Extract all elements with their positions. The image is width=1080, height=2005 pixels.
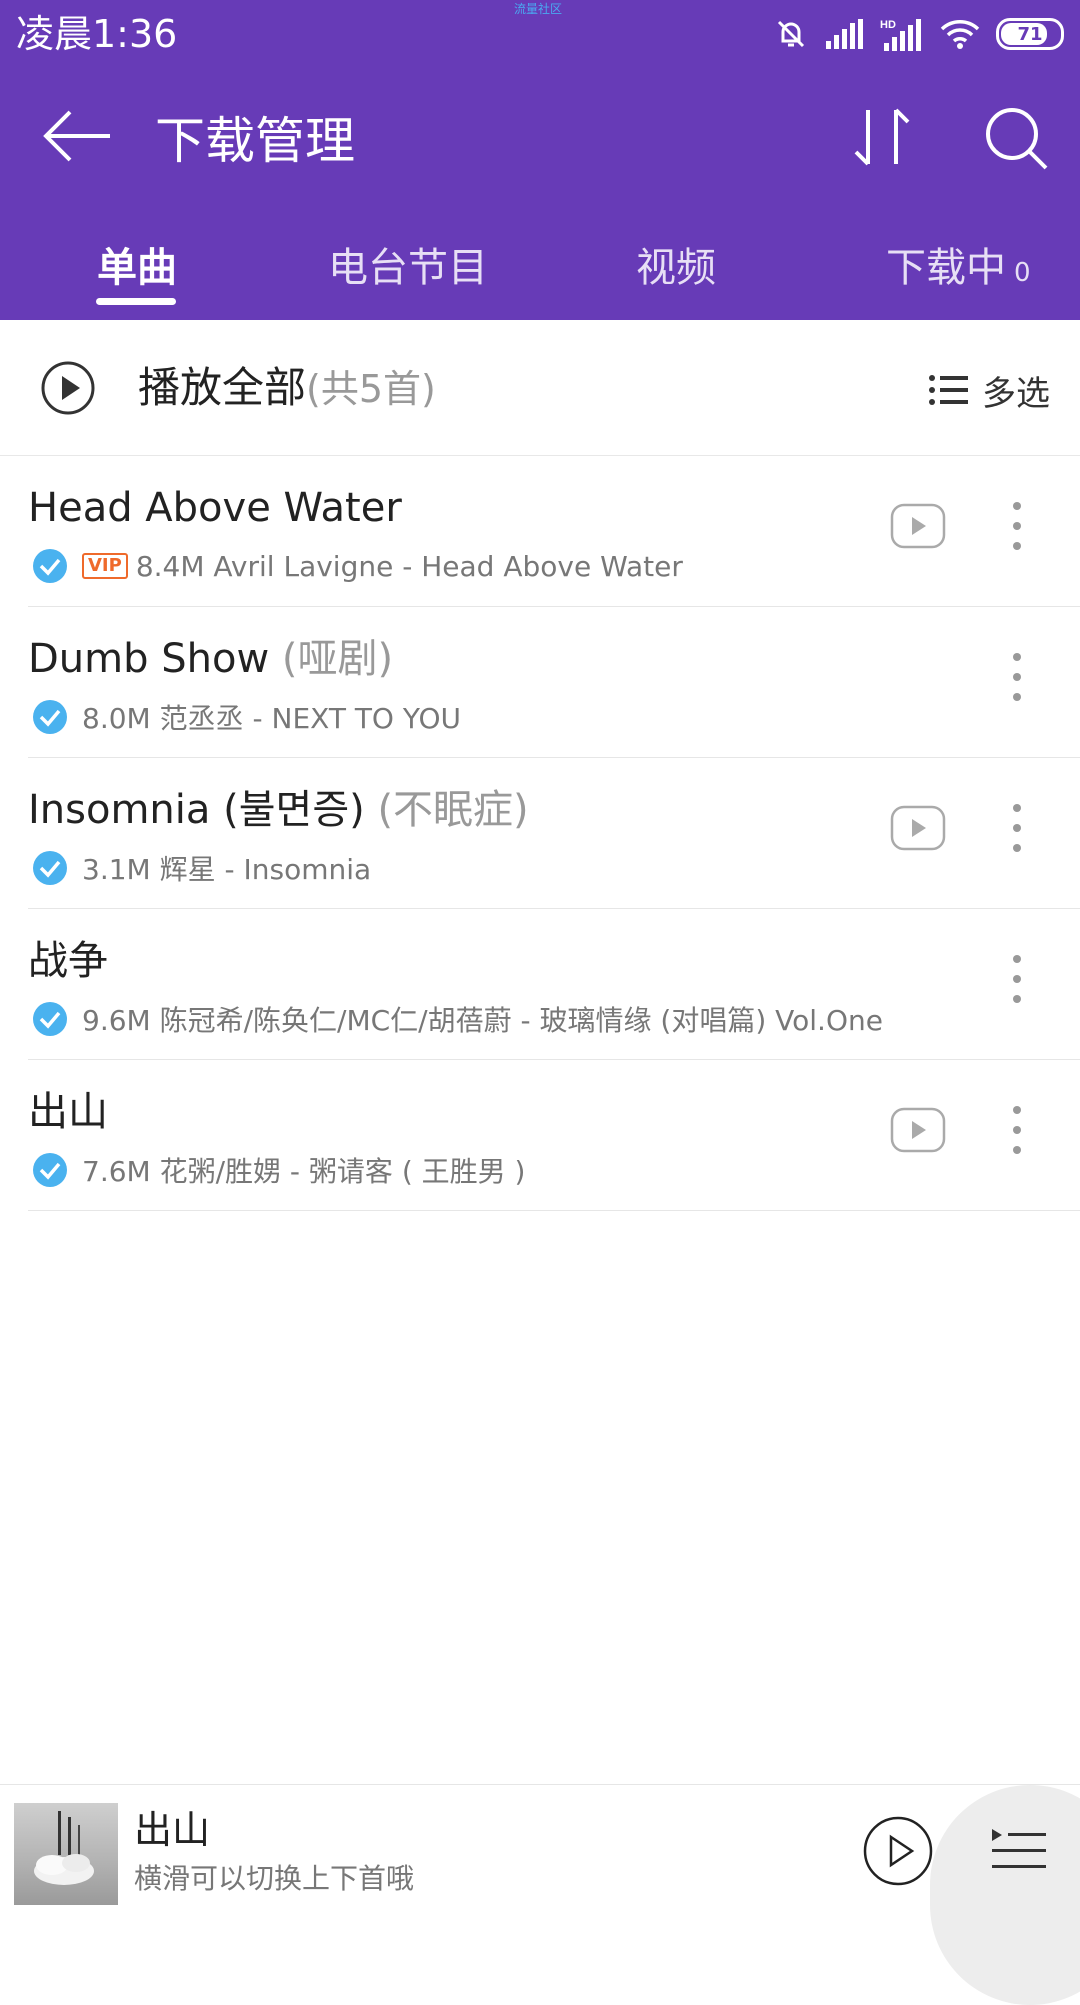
song-row[interactable]: Insomnia (불면증) (不眠症) 3.1M 辉星 - Insomnia [28, 758, 1080, 909]
multiselect-label: 多选 [982, 373, 1050, 414]
tab-radio-programs[interactable]: 电台节目 [328, 238, 488, 298]
song-meta: VIP 8.4M Avril Lavigne - Head Above Wate… [32, 546, 683, 586]
play-all-row: 播放全部(共5首) 多选 [0, 320, 1080, 456]
playlist-icon[interactable] [988, 1825, 1048, 1875]
wifi-icon [940, 20, 980, 49]
more-options-icon[interactable] [1002, 798, 1032, 858]
list-icon [929, 375, 968, 405]
vip-badge: VIP [82, 553, 128, 579]
song-row[interactable]: Dumb Show (哑剧) 8.0M 范丞丞 - NEXT TO YOU [28, 607, 1080, 758]
play-all-count: (共5首) [306, 367, 436, 411]
song-row[interactable]: 战争 9.6M 陈冠希/陈奂仁/MC仁/胡蓓蔚 - 玻璃情缘 (对唱篇) Vol… [28, 909, 1080, 1060]
song-title-subtitle: (哑剧) [281, 636, 394, 682]
tab-singles[interactable]: 单曲 [97, 238, 177, 298]
more-options-icon[interactable] [1002, 496, 1032, 556]
song-meta: 9.6M 陈冠希/陈奂仁/MC仁/胡蓓蔚 - 玻璃情缘 (对唱篇) Vol.On… [32, 999, 883, 1039]
song-title-main: Insomnia (불면증) [28, 787, 365, 833]
song-title: Head Above Water [28, 482, 402, 534]
album-cover[interactable] [14, 1803, 118, 1905]
tab-videos[interactable]: 视频 [636, 238, 716, 298]
more-options-icon[interactable] [1002, 647, 1032, 707]
song-title: Insomnia (불면증) (不眠症) [28, 784, 529, 836]
tab-downloading[interactable]: 下载中 0 [886, 238, 1031, 303]
play-all-label: 播放全部 [138, 363, 307, 412]
status-time: 凌晨1:36 [16, 12, 178, 56]
song-meta-text: 3.1M 辉星 - Insomnia [82, 853, 372, 886]
search-icon[interactable] [980, 102, 1050, 172]
app-bar: 下载管理 单曲 电台节目 视频 下载中 0 [0, 70, 1080, 320]
song-row[interactable]: 出山 7.6M 花粥/胜娚 - 粥请客 ( 王胜男 ) [28, 1060, 1080, 1211]
tab-downloading-label: 下载中 [886, 245, 1006, 291]
battery-icon: 71 [996, 18, 1064, 50]
mini-player[interactable]: 出山 横滑可以切换上下首哦 [0, 1784, 1080, 2005]
status-center-text: 流量社区 [514, 2, 563, 16]
downloaded-check-icon [33, 700, 67, 734]
album-art-image [34, 1811, 94, 1885]
play-all-button[interactable]: 播放全部(共5首) [138, 360, 436, 417]
song-meta-text: 7.6M 花粥/胜娚 - 粥请客 ( 王胜男 ) [82, 1155, 526, 1188]
battery-level: 71 [1017, 23, 1043, 45]
more-options-icon[interactable] [1002, 949, 1032, 1009]
more-options-icon[interactable] [1002, 1100, 1032, 1160]
song-meta-text: 9.6M 陈冠希/陈奂仁/MC仁/胡蓓蔚 - 玻璃情缘 (对唱篇) Vol.On… [82, 1004, 883, 1037]
tab-indicator [96, 298, 176, 305]
song-list: Head Above Water VIP 8.4M Avril Lavigne … [0, 456, 1080, 1211]
downloaded-check-icon [33, 851, 67, 885]
tab-downloading-count: 0 [1014, 258, 1031, 288]
svg-text:HD: HD [880, 19, 896, 31]
song-title-main: Dumb Show [28, 636, 270, 682]
song-meta-text: 8.4M Avril Lavigne - Head Above Water [135, 549, 683, 583]
now-playing-hint: 横滑可以切换上下首哦 [134, 1862, 415, 1895]
song-meta: 3.1M 辉星 - Insomnia [32, 848, 371, 888]
back-arrow-icon[interactable] [40, 106, 116, 166]
downloaded-check-icon [33, 1002, 67, 1036]
play-pause-icon[interactable] [862, 1815, 934, 1887]
hd-signal-icon: HD [880, 19, 921, 51]
mute-bell-icon [777, 20, 805, 48]
song-title-subtitle: (不眠症) [377, 787, 529, 833]
song-title: Dumb Show (哑剧) [28, 633, 393, 685]
page-title: 下载管理 [155, 112, 355, 170]
song-meta-text: 8.0M 范丞丞 - NEXT TO YOU [82, 702, 461, 735]
downloaded-check-icon [33, 1153, 67, 1187]
signal-icon [826, 19, 863, 49]
mv-play-icon[interactable] [890, 805, 946, 851]
song-meta: 7.6M 花粥/胜娚 - 粥请客 ( 王胜男 ) [32, 1150, 525, 1190]
mv-play-icon[interactable] [890, 503, 946, 549]
multiselect-button[interactable]: 多选 [928, 362, 1050, 418]
song-title-main: Head Above Water [28, 485, 402, 531]
status-icons: HD 71 [774, 10, 1064, 58]
song-row[interactable]: Head Above Water VIP 8.4M Avril Lavigne … [28, 456, 1080, 607]
play-circle-icon[interactable] [40, 360, 96, 416]
sort-icon[interactable] [848, 102, 918, 172]
song-title: 出山 [28, 1086, 108, 1138]
mv-play-icon[interactable] [890, 1107, 946, 1153]
downloaded-check-icon [33, 549, 67, 583]
song-title: 战争 [28, 935, 108, 987]
status-bar: 凌晨1:36 流量社区 HD 71 [0, 0, 1080, 70]
playlist-button-background [930, 1785, 1080, 2005]
song-title-main: 战争 [28, 938, 108, 984]
now-playing-title: 出山 [134, 1808, 211, 1852]
song-meta: 8.0M 范丞丞 - NEXT TO YOU [32, 697, 461, 737]
song-title-main: 出山 [28, 1089, 108, 1135]
